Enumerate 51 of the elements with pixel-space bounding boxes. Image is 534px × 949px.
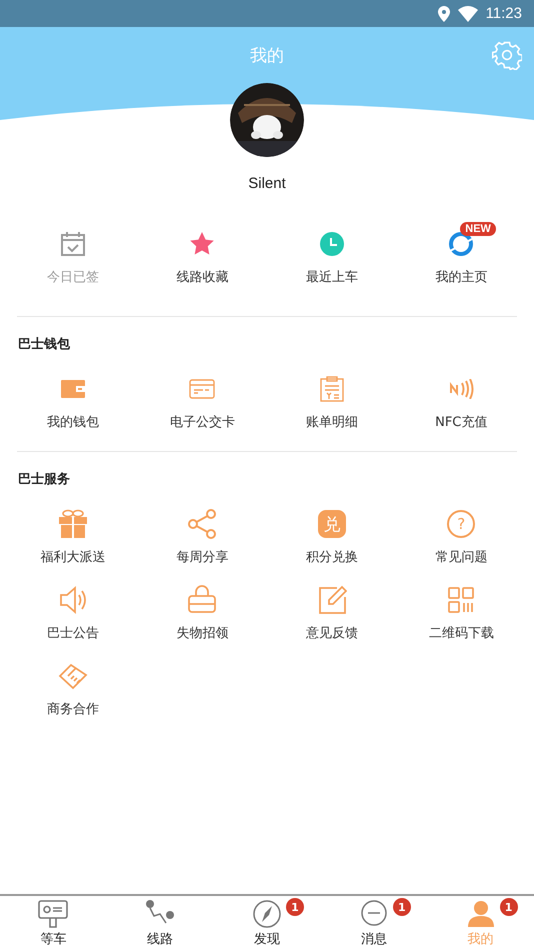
tab[interactable]: 线路 bbox=[106, 896, 214, 949]
menu-item[interactable]: 每周分享 bbox=[138, 508, 267, 566]
menu-item[interactable]: 我的钱包 bbox=[8, 373, 138, 431]
menu-item[interactable]: 商务合作 bbox=[8, 660, 138, 718]
quick-action[interactable]: NEW 我的主页 bbox=[396, 220, 526, 286]
bill-icon bbox=[320, 376, 344, 402]
menu-item[interactable]: 巴士公告 bbox=[8, 584, 138, 642]
clock-icon bbox=[318, 231, 345, 257]
gift-icon bbox=[58, 509, 88, 539]
notification-badge: 1 bbox=[392, 898, 411, 916]
wifi-icon bbox=[458, 6, 478, 22]
qr-code-icon bbox=[446, 585, 476, 615]
quick-action[interactable]: 线路收藏 bbox=[138, 220, 267, 286]
bag-icon bbox=[187, 585, 218, 615]
notification-badge: 1 bbox=[286, 898, 304, 916]
menu-item[interactable]: 电子公交卡 bbox=[138, 373, 267, 431]
menu-item[interactable]: ? 常见问题 bbox=[396, 508, 526, 566]
status-time: 11:23 bbox=[486, 5, 522, 22]
calendar-check-icon bbox=[60, 231, 86, 257]
tab[interactable]: 1 我的 bbox=[427, 896, 534, 949]
new-badge: NEW bbox=[460, 222, 496, 236]
menu-item[interactable]: 意见反馈 bbox=[267, 584, 396, 642]
help-icon: ? bbox=[447, 510, 476, 538]
share-icon bbox=[187, 509, 218, 539]
star-icon bbox=[189, 231, 216, 257]
menu-item[interactable]: 账单明细 bbox=[267, 373, 396, 431]
wallet-icon bbox=[60, 378, 86, 400]
person-icon bbox=[466, 899, 496, 929]
tab[interactable]: 等车 bbox=[0, 896, 107, 949]
menu-item[interactable]: 二维码下载 bbox=[396, 584, 526, 642]
edit-icon bbox=[316, 585, 347, 615]
nfc-icon bbox=[448, 379, 474, 399]
menu-item[interactable]: 失物招领 bbox=[138, 584, 267, 642]
menu-item[interactable]: 兑 积分兑换 bbox=[267, 508, 396, 566]
quick-action[interactable]: 最近上车 bbox=[267, 220, 396, 286]
section-title: 巴士服务 bbox=[17, 471, 71, 489]
compass-icon bbox=[252, 899, 282, 929]
exchange-icon: 兑 bbox=[318, 510, 346, 538]
notification-badge: 1 bbox=[500, 898, 518, 916]
tab[interactable]: 1 发现 bbox=[214, 896, 320, 949]
user-name: Silent bbox=[248, 175, 286, 192]
tab[interactable]: 1 消息 bbox=[320, 896, 428, 949]
menu-item[interactable]: NFC充值 bbox=[396, 373, 526, 431]
bus-stop-icon bbox=[38, 899, 68, 929]
handshake-icon bbox=[58, 661, 88, 691]
speaker-icon bbox=[58, 585, 88, 615]
location-icon bbox=[438, 6, 450, 22]
card-icon bbox=[189, 379, 216, 399]
page-title: 我的 bbox=[250, 44, 284, 66]
section-title: 巴士钱包 bbox=[17, 336, 71, 354]
menu-item[interactable]: 福利大派送 bbox=[8, 508, 138, 566]
